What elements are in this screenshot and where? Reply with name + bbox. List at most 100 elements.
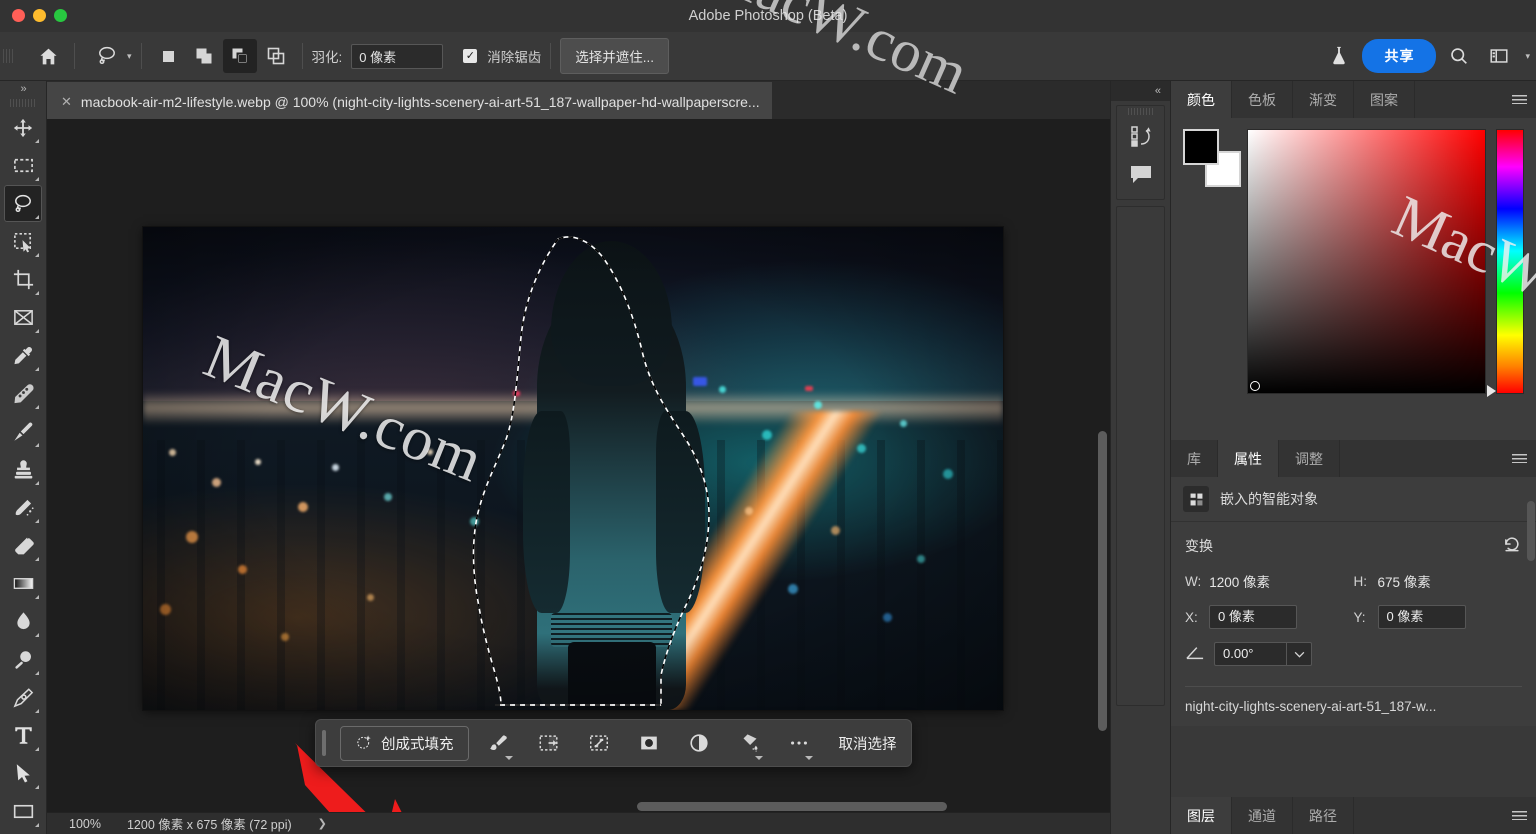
lasso-tool-icon[interactable] bbox=[90, 39, 124, 73]
subtract-from-selection-button[interactable] bbox=[222, 39, 257, 73]
deselect-button[interactable]: 取消选择 bbox=[839, 733, 897, 754]
eraser-icon[interactable] bbox=[4, 527, 42, 564]
rectangle-icon[interactable] bbox=[4, 793, 42, 830]
y-input[interactable]: 0 像素 bbox=[1377, 605, 1466, 629]
tab-label: 颜色 bbox=[1187, 91, 1215, 108]
divider bbox=[140, 43, 142, 69]
ellipsis-icon[interactable] bbox=[779, 726, 819, 760]
tab-adjustments[interactable]: 调整 bbox=[1279, 440, 1340, 477]
tab-paths[interactable]: 路径 bbox=[1293, 797, 1354, 834]
panel-menu-icon[interactable] bbox=[1502, 81, 1536, 118]
gradient-icon[interactable] bbox=[4, 565, 42, 602]
close-icon[interactable]: ✕ bbox=[61, 95, 72, 108]
tab-properties[interactable]: 属性 bbox=[1218, 440, 1279, 477]
options-bar: ▾ 羽化: 0 像素 ✓ 消除锯齿 选择并遮住... 共享 ▾ bbox=[0, 32, 1536, 81]
tab-color[interactable]: 颜色 bbox=[1171, 81, 1232, 118]
type-icon[interactable] bbox=[4, 717, 42, 754]
new-selection-button[interactable] bbox=[151, 39, 185, 73]
chevron-down-icon[interactable] bbox=[1286, 642, 1312, 666]
tools-panel-grip[interactable] bbox=[0, 97, 46, 109]
color-field-picker[interactable] bbox=[1250, 381, 1260, 391]
scrollbar-thumb[interactable] bbox=[637, 802, 947, 811]
artboard[interactable] bbox=[143, 227, 1003, 710]
paint-bucket-icon[interactable] bbox=[729, 726, 769, 760]
canvas-vertical-scrollbar[interactable] bbox=[1096, 161, 1108, 786]
tab-label: 属性 bbox=[1234, 450, 1262, 467]
intersect-selection-button[interactable] bbox=[259, 39, 293, 73]
chevron-down-icon[interactable] bbox=[754, 756, 763, 760]
properties-scrollbar-thumb[interactable] bbox=[1527, 501, 1535, 561]
chevron-down-icon[interactable]: ▾ bbox=[127, 51, 132, 62]
options-bar-grip[interactable] bbox=[3, 36, 13, 76]
scrollbar-thumb[interactable] bbox=[1098, 431, 1107, 731]
tab-gradients[interactable]: 渐变 bbox=[1293, 81, 1354, 118]
double-chevron-right-icon[interactable]: » bbox=[0, 81, 46, 97]
home-icon[interactable] bbox=[31, 39, 65, 73]
brush-icon[interactable] bbox=[4, 413, 42, 450]
search-icon[interactable] bbox=[1442, 39, 1476, 73]
frame-icon[interactable] bbox=[4, 299, 42, 336]
canvas-horizontal-scrollbar[interactable] bbox=[47, 800, 1096, 812]
angle-select[interactable]: 0.00° bbox=[1214, 642, 1312, 666]
add-to-selection-button[interactable] bbox=[187, 39, 221, 73]
move-tool[interactable] bbox=[4, 109, 42, 146]
arrow-cursor-icon[interactable] bbox=[4, 755, 42, 792]
x-input[interactable]: 0 像素 bbox=[1209, 605, 1297, 629]
transform-title: 变换 bbox=[1185, 537, 1213, 554]
history-icon[interactable] bbox=[1117, 117, 1165, 155]
active-tool-preset[interactable]: ▾ bbox=[90, 39, 132, 73]
document-tab[interactable]: ✕ macbook-air-m2-lifestyle.webp @ 100% (… bbox=[47, 82, 772, 119]
angle-input[interactable]: 0.00° bbox=[1214, 642, 1286, 666]
eyedropper-icon[interactable] bbox=[4, 337, 42, 374]
tab-patterns[interactable]: 图案 bbox=[1354, 81, 1415, 118]
tab-channels[interactable]: 通道 bbox=[1232, 797, 1293, 834]
healing-brush-icon[interactable] bbox=[4, 375, 42, 412]
hue-slider[interactable] bbox=[1487, 129, 1524, 397]
panel-menu-icon[interactable] bbox=[1502, 440, 1536, 477]
document-tab-bar: ✕ macbook-air-m2-lifestyle.webp @ 100% (… bbox=[47, 81, 1110, 119]
chevron-down-icon[interactable]: ▾ bbox=[1525, 51, 1530, 62]
color-field[interactable] bbox=[1247, 129, 1486, 394]
chevron-down-icon[interactable] bbox=[504, 756, 513, 760]
chevron-right-icon[interactable]: ❯ bbox=[318, 817, 327, 830]
canvas-viewport[interactable]: MacW.com 创成式填充 取消选择 bbox=[47, 119, 1110, 812]
dodge-icon[interactable] bbox=[4, 641, 42, 678]
mask-circle-icon[interactable] bbox=[629, 726, 669, 760]
history-brush-icon[interactable] bbox=[4, 489, 42, 526]
foreground-color-swatch[interactable] bbox=[1183, 129, 1219, 165]
stamp-icon[interactable] bbox=[4, 451, 42, 488]
photo-image bbox=[143, 227, 1003, 710]
share-button[interactable]: 共享 bbox=[1362, 39, 1437, 73]
half-circle-icon[interactable] bbox=[679, 726, 719, 760]
workspace-icon[interactable] bbox=[1482, 39, 1516, 73]
comment-bubble-icon[interactable] bbox=[1117, 155, 1165, 193]
zoom-level[interactable]: 100% bbox=[69, 817, 101, 831]
feather-input[interactable]: 0 像素 bbox=[351, 43, 444, 69]
tab-swatches[interactable]: 色板 bbox=[1232, 81, 1293, 118]
rail-grip[interactable] bbox=[1117, 106, 1164, 117]
reset-arrow-icon[interactable] bbox=[1502, 534, 1522, 557]
object-select-icon[interactable] bbox=[4, 223, 42, 260]
antialias-checkbox[interactable]: ✓ bbox=[463, 49, 478, 63]
lasso-icon[interactable] bbox=[4, 185, 42, 222]
drag-handle[interactable] bbox=[322, 730, 326, 756]
tool-flyout-indicator bbox=[35, 633, 39, 637]
pen-icon[interactable] bbox=[4, 679, 42, 716]
blur-drop-icon[interactable] bbox=[4, 603, 42, 640]
double-chevron-left-icon[interactable]: « bbox=[1111, 81, 1170, 101]
selection-brush-icon[interactable] bbox=[479, 726, 519, 760]
tab-label: 图层 bbox=[1187, 807, 1215, 824]
tab-libraries[interactable]: 库 bbox=[1171, 440, 1218, 477]
crop-icon[interactable] bbox=[4, 261, 42, 298]
generative-fill-button[interactable]: 创成式填充 bbox=[340, 725, 469, 761]
chevron-down-icon[interactable] bbox=[804, 756, 813, 760]
invert-selection-icon[interactable] bbox=[579, 726, 619, 760]
panel-menu-icon[interactable] bbox=[1502, 797, 1536, 834]
marquee-icon[interactable] bbox=[4, 147, 42, 184]
select-and-mask-button[interactable]: 选择并遮住... bbox=[560, 38, 670, 74]
hue-slider-marker[interactable] bbox=[1487, 385, 1496, 397]
tab-layers[interactable]: 图层 bbox=[1171, 797, 1232, 834]
transform-selection-icon[interactable] bbox=[529, 726, 569, 760]
flask-icon[interactable] bbox=[1322, 39, 1356, 73]
tool-flyout-indicator bbox=[35, 139, 39, 143]
